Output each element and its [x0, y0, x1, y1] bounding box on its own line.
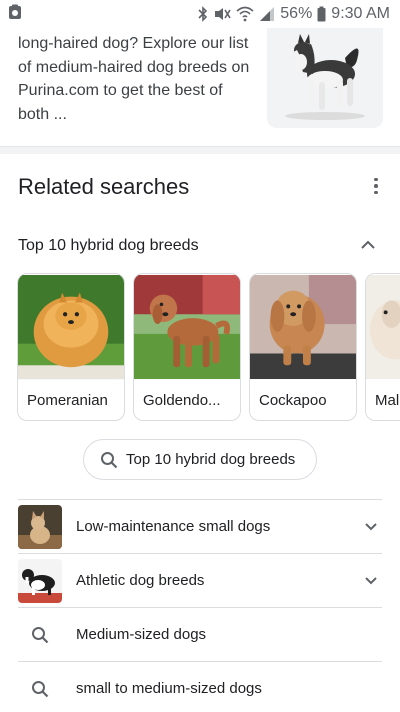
search-icon — [101, 451, 118, 468]
hybrid-breeds-group-title[interactable]: Top 10 hybrid dog breeds — [18, 237, 199, 255]
related-row-label: Low-maintenance small dogs — [76, 518, 271, 535]
goldendoodle-image — [134, 274, 240, 380]
breed-card-label: Goldendo... — [143, 392, 221, 409]
expand-button[interactable] — [360, 516, 382, 538]
breed-card-label: Cockapoo — [259, 392, 327, 409]
related-row-label: small to medium-sized dogs — [76, 680, 262, 697]
cockapoo-image — [250, 274, 356, 380]
breed-card-cockapoo[interactable]: Cockapoo — [249, 273, 357, 421]
search-icon — [18, 667, 62, 711]
snippet-line: both ... — [18, 105, 67, 123]
chevron-up-icon — [361, 240, 375, 249]
section-divider — [0, 146, 400, 154]
battery-icon — [317, 6, 326, 22]
collapse-button[interactable] — [356, 234, 380, 256]
breed-card-label: Mal — [375, 392, 400, 409]
breed-card-pomeranian[interactable]: Pomeranian — [17, 273, 125, 421]
related-row-low-maintenance[interactable]: Low-maintenance small dogs — [18, 499, 382, 553]
signal-icon — [259, 6, 275, 22]
search-pill-label: Top 10 hybrid dog breeds — [126, 451, 296, 468]
husky-dog-image[interactable] — [267, 28, 383, 128]
breed-card-label: Pomeranian — [27, 392, 108, 409]
dog-thumbnail — [18, 558, 62, 603]
breed-card-goldendoodle[interactable]: Goldendo... — [133, 273, 241, 421]
related-searches-title: Related searches — [18, 174, 190, 199]
snippet-line: long-haired dog? Explore our list — [18, 35, 249, 52]
snippet-line: of medium-haired dog breeds on — [18, 58, 250, 76]
pomeranian-image — [18, 274, 124, 380]
related-row-label: Medium-sized dogs — [76, 626, 207, 643]
maltipoo-image — [366, 274, 400, 380]
bluetooth-icon — [198, 6, 208, 22]
search-result-snippet[interactable]: long-haired dog? Explore our list of med… — [0, 28, 400, 146]
chevron-down-icon — [365, 522, 377, 530]
wifi-icon — [236, 6, 254, 22]
more-options-button[interactable] — [362, 174, 390, 198]
breed-card-maltipoo[interactable]: Mal — [365, 273, 400, 421]
battery-percentage: 56% — [280, 5, 313, 22]
search-hybrid-breeds-button[interactable]: Top 10 hybrid dog breeds — [83, 439, 317, 480]
mute-icon — [213, 6, 231, 22]
breed-carousel[interactable]: Pomeranian Goldendo... Cockapoo Mal — [17, 273, 400, 421]
related-row-label: Athletic dog breeds — [76, 572, 205, 589]
notification-icon — [8, 4, 22, 25]
related-row-medium-sized[interactable]: Medium-sized dogs — [18, 607, 382, 661]
expand-button[interactable] — [360, 570, 382, 592]
related-row-athletic[interactable]: Athletic dog breeds — [18, 553, 382, 607]
related-row-small-to-medium[interactable]: small to medium-sized dogs — [18, 661, 382, 712]
chevron-down-icon — [365, 576, 377, 584]
search-icon — [18, 613, 62, 657]
snippet-line: Purina.com to get the best of — [18, 82, 223, 99]
snippet-text: long-haired dog? Explore our list of med… — [18, 32, 253, 126]
status-bar: 56% 9:30 AM — [0, 0, 400, 28]
dog-thumbnail — [18, 504, 62, 549]
clock: 9:30 AM — [331, 5, 390, 22]
